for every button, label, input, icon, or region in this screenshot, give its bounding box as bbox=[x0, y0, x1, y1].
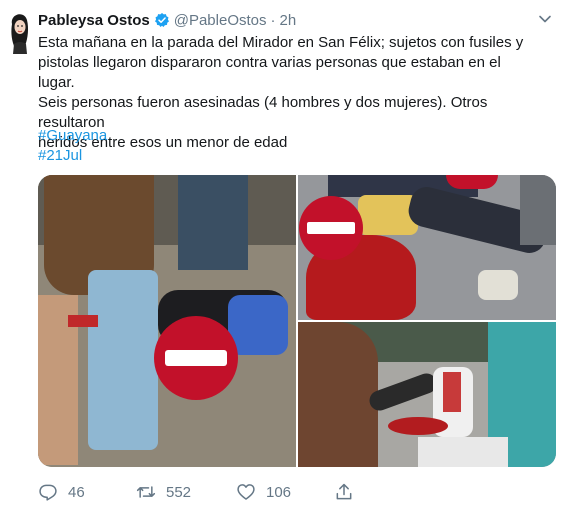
reply-button[interactable]: 46 bbox=[38, 480, 85, 504]
retweet-button[interactable]: 552 bbox=[136, 480, 191, 504]
reply-icon bbox=[39, 484, 57, 501]
hashtag-guayana[interactable]: #Guayana bbox=[38, 126, 107, 146]
timestamp[interactable]: 2h bbox=[280, 12, 297, 29]
separator-dot: · bbox=[270, 11, 276, 29]
retweet-count: 552 bbox=[166, 483, 192, 501]
verified-badge-icon bbox=[154, 13, 169, 27]
author-handle[interactable]: @PableOstos bbox=[174, 12, 267, 29]
photo-2[interactable] bbox=[298, 175, 556, 320]
avatar-illustration bbox=[11, 14, 29, 54]
hashtag-21jul[interactable]: #21Jul bbox=[38, 146, 107, 166]
reply-count: 46 bbox=[68, 483, 85, 501]
no-entry-icon bbox=[299, 196, 363, 260]
heart-icon bbox=[237, 484, 255, 500]
no-entry-icon bbox=[154, 316, 238, 400]
photo-3[interactable] bbox=[298, 322, 556, 467]
like-button[interactable]: 106 bbox=[236, 480, 291, 504]
tweet-header: Pableysa Ostos @PableOstos · 2h bbox=[38, 10, 296, 30]
chevron-down-icon[interactable] bbox=[538, 12, 552, 26]
share-button[interactable] bbox=[334, 480, 354, 504]
like-count: 106 bbox=[266, 483, 292, 501]
photo-1[interactable] bbox=[38, 175, 296, 467]
media-grid bbox=[38, 175, 556, 467]
no-entry-icon bbox=[446, 175, 498, 189]
share-icon bbox=[336, 483, 352, 500]
avatar[interactable] bbox=[8, 10, 30, 54]
tweet-actions: 46 552 106 bbox=[38, 480, 368, 504]
tweet-text: Esta mañana en la parada del Mirador en … bbox=[38, 34, 524, 151]
retweet-icon bbox=[136, 486, 156, 498]
hashtag-list: #Guayana #21Jul bbox=[38, 126, 107, 166]
author-name[interactable]: Pableysa Ostos bbox=[38, 12, 150, 29]
